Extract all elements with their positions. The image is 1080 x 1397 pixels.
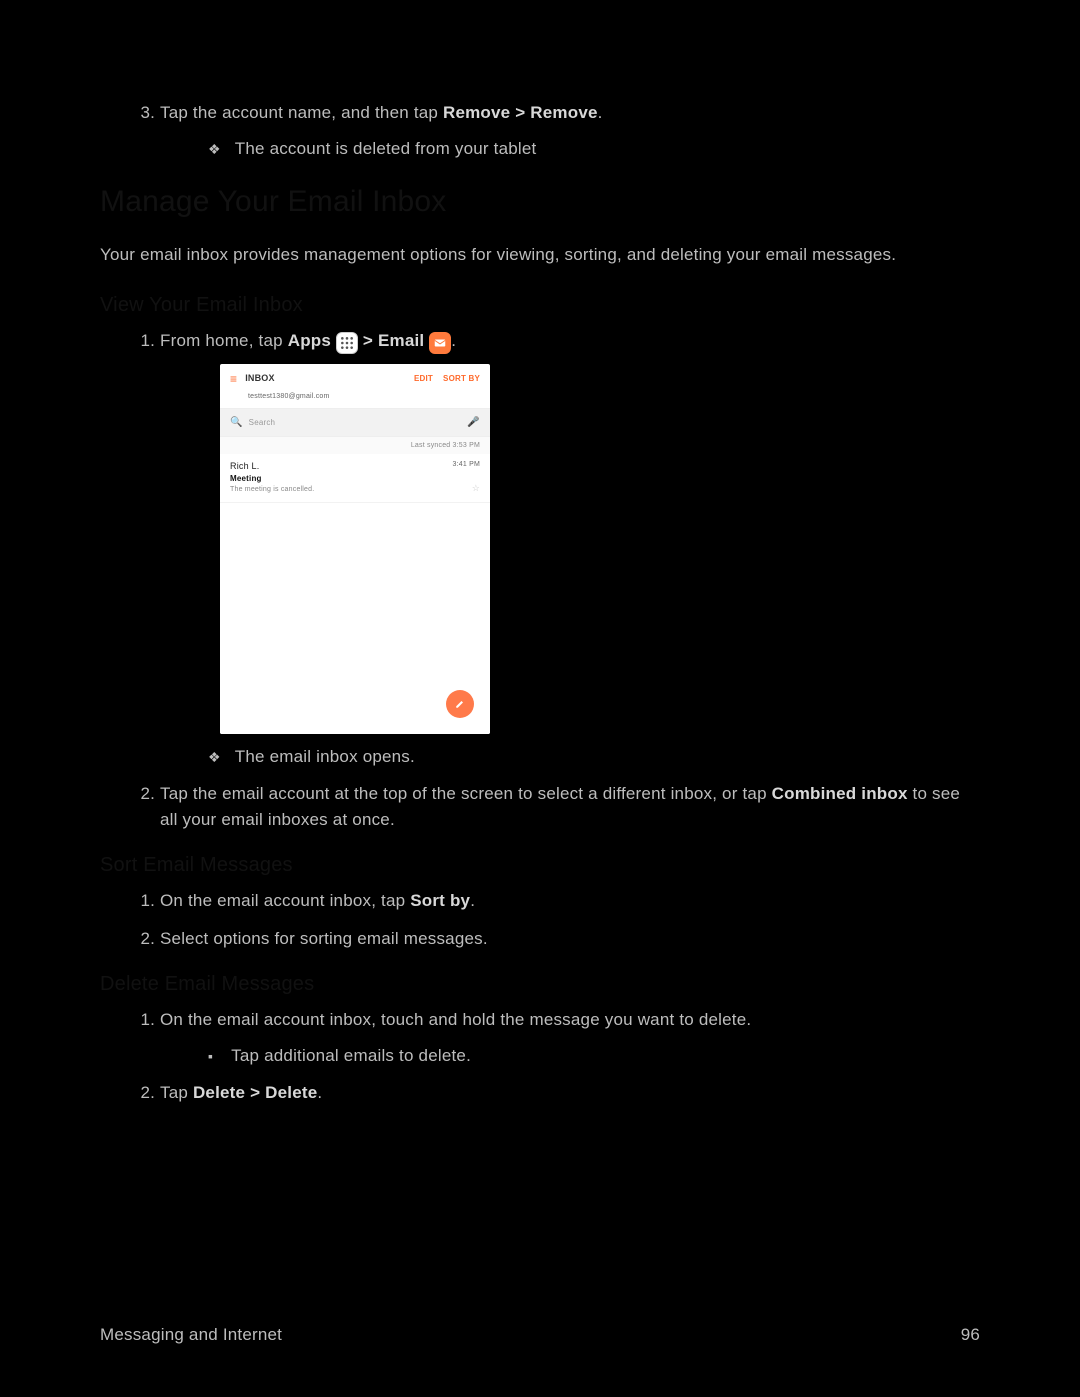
ss-header: ≡ INBOX EDIT SORT BY xyxy=(220,364,490,392)
ss-body xyxy=(220,503,490,734)
view-step-1-apps: Apps xyxy=(288,331,331,350)
edit-button[interactable]: EDIT xyxy=(414,373,433,385)
delete-step-1: On the email account inbox, touch and ho… xyxy=(160,1007,980,1068)
view-step-1-result-list: The email inbox opens. xyxy=(160,744,980,770)
view-step-2-bold: Combined inbox xyxy=(772,784,908,803)
footer-page-number: 96 xyxy=(961,1322,980,1348)
delete-step-1-sublist: Tap additional emails to delete. xyxy=(160,1043,980,1069)
view-inbox-steps: From home, tap Apps > Email . ≡ INBOX ED… xyxy=(100,328,980,833)
compose-fab[interactable] xyxy=(446,690,474,718)
subheading-delete: Delete Email Messages xyxy=(100,969,980,999)
sort-step-1-prefix: On the email account inbox, tap xyxy=(160,891,410,910)
delete-step-2-prefix: Tap xyxy=(160,1083,193,1102)
footer-section: Messaging and Internet xyxy=(100,1322,282,1348)
mic-icon[interactable]: 🎤 xyxy=(467,415,480,430)
delete-step-2-suffix: . xyxy=(317,1083,322,1102)
email-preview: The meeting is cancelled. xyxy=(230,485,480,496)
view-step-1-suffix: . xyxy=(451,331,456,350)
email-row[interactable]: Rich L. 3:41 PM Meeting The meeting is c… xyxy=(220,454,490,503)
step-3: Tap the account name, and then tap Remov… xyxy=(160,100,980,161)
step-3-result-list: The account is deleted from your tablet xyxy=(160,136,980,162)
hamburger-icon[interactable]: ≡ xyxy=(230,370,237,388)
view-step-1: From home, tap Apps > Email . ≡ INBOX ED… xyxy=(160,328,980,770)
sort-step-2: Select options for sorting email message… xyxy=(160,926,980,952)
step-3-bold: Remove > Remove xyxy=(443,103,598,122)
page-footer: Messaging and Internet 96 xyxy=(100,1322,980,1348)
remove-account-steps: Tap the account name, and then tap Remov… xyxy=(100,100,980,161)
ss-search-bar[interactable]: 🔍 Search 🎤 xyxy=(220,408,490,437)
star-icon[interactable]: ☆ xyxy=(472,482,480,496)
ss-inbox-label[interactable]: INBOX xyxy=(245,372,275,386)
document-body: Tap the account name, and then tap Remov… xyxy=(100,100,980,1106)
step-3-text-prefix: Tap the account name, and then tap xyxy=(160,103,443,122)
sortby-button[interactable]: SORT BY xyxy=(443,373,480,385)
apps-icon xyxy=(336,332,358,354)
view-step-1-email: Email xyxy=(378,331,424,350)
view-step-1-result: The email inbox opens. xyxy=(208,744,980,770)
email-icon xyxy=(429,332,451,354)
sort-steps: On the email account inbox, tap Sort by.… xyxy=(100,888,980,951)
subheading-sort: Sort Email Messages xyxy=(100,850,980,880)
email-time: 3:41 PM xyxy=(453,460,480,471)
delete-step-1-sub: Tap additional emails to delete. xyxy=(208,1043,980,1069)
view-step-1-mid: > xyxy=(363,331,378,350)
view-step-2: Tap the email account at the top of the … xyxy=(160,781,980,832)
sort-step-1-bold: Sort by xyxy=(410,891,470,910)
intro-manage: Your email inbox provides management opt… xyxy=(100,242,980,268)
subheading-view-inbox: View Your Email Inbox xyxy=(100,290,980,320)
heading-manage-inbox: Manage Your Email Inbox xyxy=(100,179,980,224)
search-icon: 🔍 xyxy=(230,415,243,430)
delete-steps: On the email account inbox, touch and ho… xyxy=(100,1007,980,1106)
ss-actions: EDIT SORT BY xyxy=(414,373,480,385)
sort-step-1-suffix: . xyxy=(470,891,475,910)
view-step-1-prefix: From home, tap xyxy=(160,331,288,350)
step-3-suffix: . xyxy=(598,103,603,122)
email-subject: Meeting xyxy=(230,473,480,485)
email-from: Rich L. xyxy=(230,460,480,474)
view-step-2-prefix: Tap the email account at the top of the … xyxy=(160,784,772,803)
ss-account-email: testtest1380@gmail.com xyxy=(220,392,490,409)
inbox-screenshot: ≡ INBOX EDIT SORT BY testtest1380@gmail.… xyxy=(220,364,490,734)
search-placeholder: Search xyxy=(249,417,462,429)
delete-step-1-text: On the email account inbox, touch and ho… xyxy=(160,1010,751,1029)
step-3-result: The account is deleted from your tablet xyxy=(208,136,980,162)
last-synced: Last synced 3:53 PM xyxy=(220,437,490,454)
delete-step-2: Tap Delete > Delete. xyxy=(160,1080,980,1106)
sort-step-1: On the email account inbox, tap Sort by. xyxy=(160,888,980,914)
ss-title-block: INBOX xyxy=(245,372,275,386)
delete-step-2-bold: Delete > Delete xyxy=(193,1083,317,1102)
